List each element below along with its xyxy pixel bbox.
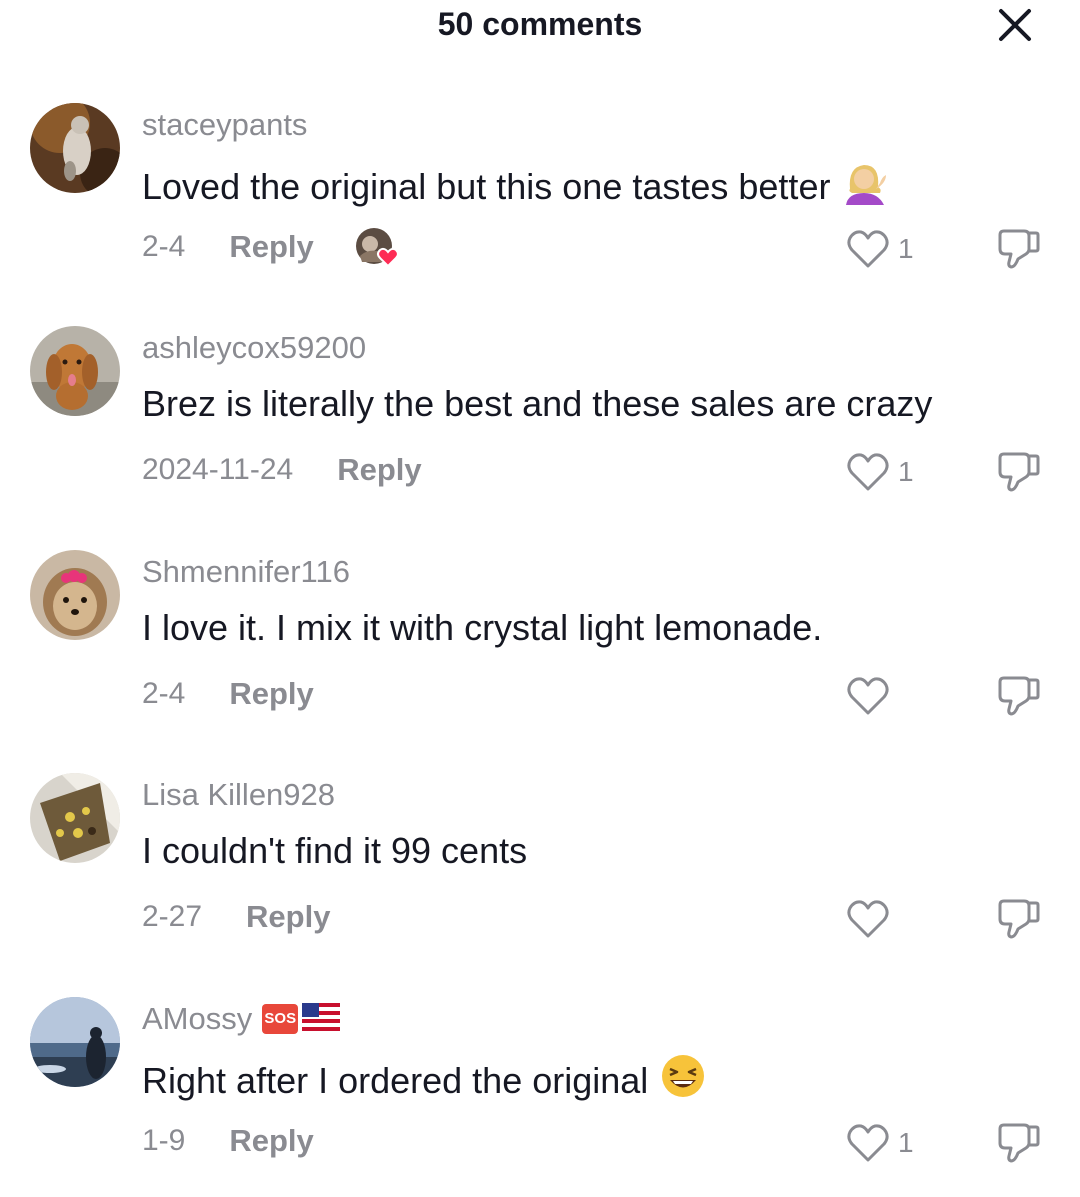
- comment-username[interactable]: ashleycox59200: [142, 330, 366, 366]
- avatar[interactable]: [30, 997, 120, 1087]
- dislike-button[interactable]: [996, 897, 1042, 941]
- comment-text: I love it. I mix it with crystal light l…: [142, 607, 823, 648]
- thumbs-down-icon: [998, 676, 1040, 716]
- comment-username[interactable]: AMossy: [142, 1001, 252, 1037]
- comment-text: I couldn't find it 99 cents: [142, 830, 528, 871]
- comment-text-row: I love it. I mix it with crystal light l…: [142, 606, 822, 650]
- like-button[interactable]: 1: [846, 450, 914, 494]
- dislike-button[interactable]: [996, 450, 1042, 494]
- thumbs-down-icon: [998, 452, 1040, 492]
- comment-meta: 2024-11-24 Reply: [142, 450, 422, 490]
- us-flag-icon: [302, 1002, 341, 1036]
- reply-button[interactable]: Reply: [229, 1123, 313, 1159]
- thumbs-down-icon: [998, 229, 1040, 269]
- like-button[interactable]: 1: [846, 227, 914, 271]
- avatar[interactable]: [30, 103, 120, 193]
- dislike-button[interactable]: [996, 674, 1042, 718]
- dislike-button[interactable]: [996, 1121, 1042, 1165]
- reply-button[interactable]: Reply: [229, 676, 313, 712]
- comments-count-title: 50 comments: [437, 6, 643, 42]
- like-button[interactable]: [846, 897, 898, 941]
- like-button[interactable]: 1: [846, 1121, 914, 1165]
- comment-meta: 2-27 Reply: [142, 897, 330, 937]
- dislike-button[interactable]: [996, 227, 1042, 271]
- comment-date: 1-9: [142, 1124, 186, 1157]
- comment-item: Lisa Killen928 I couldn't find it 99 cen…: [0, 773, 1080, 973]
- comment-text: Brez is literally the best and these sal…: [142, 383, 933, 424]
- thumbs-down-icon: [998, 899, 1040, 939]
- like-count: 1: [898, 1127, 914, 1158]
- comments-header: 50 comments: [0, 0, 1080, 50]
- heart-outline-icon: [847, 230, 889, 268]
- heart-outline-icon: [847, 677, 889, 715]
- creator-liked-badge: [354, 226, 400, 268]
- comment-username[interactable]: Lisa Killen928: [142, 777, 335, 813]
- avatar[interactable]: [30, 550, 120, 640]
- comment-meta: 2-4 Reply: [142, 674, 314, 714]
- comment-text-row: I couldn't find it 99 cents: [142, 829, 527, 873]
- comment-username[interactable]: staceypants: [142, 107, 307, 143]
- comment-item: staceypants Loved the original but this …: [0, 103, 1080, 303]
- thumbs-down-icon: [998, 1123, 1040, 1163]
- sos-badge-icon: SOS: [262, 1004, 299, 1034]
- comment-text: Loved the original but this one tastes b…: [142, 166, 831, 207]
- comment-date: 2024-11-24: [142, 453, 294, 486]
- comment-text-row: Right after I ordered the original: [142, 1053, 706, 1109]
- close-icon[interactable]: [996, 6, 1034, 44]
- heart-outline-icon: [847, 453, 889, 491]
- comment-text-row: Brez is literally the best and these sal…: [142, 382, 932, 426]
- comment-username-row: AMossy SOS: [142, 1001, 341, 1037]
- comment-date: 2-4: [142, 677, 186, 710]
- comment-text: Right after I ordered the original: [142, 1060, 649, 1101]
- comment-item: Shmennifer116 I love it. I mix it with c…: [0, 550, 1080, 750]
- like-button[interactable]: [846, 674, 898, 718]
- comment-meta: 1-9 Reply: [142, 1121, 314, 1161]
- comment-date: 2-27: [142, 900, 203, 933]
- comment-item: AMossy SOS Right after I ordered the ori…: [0, 997, 1080, 1197]
- reply-button[interactable]: Reply: [246, 899, 330, 935]
- heart-outline-icon: [847, 900, 889, 938]
- avatar[interactable]: [30, 326, 120, 416]
- comment-item: ashleycox59200 Brez is literally the bes…: [0, 326, 1080, 526]
- like-count: 1: [898, 233, 914, 264]
- heart-outline-icon: [847, 1124, 889, 1162]
- like-count: 1: [898, 456, 914, 487]
- comment-meta: 2-4 Reply: [142, 226, 400, 268]
- grinning-squinting-face-emoji-icon: [660, 1053, 706, 1109]
- avatar[interactable]: [30, 773, 120, 863]
- comment-text-row: Loved the original but this one tastes b…: [142, 159, 888, 215]
- comment-date: 2-4: [142, 230, 186, 263]
- person-tipping-hand-emoji-icon: [842, 159, 888, 215]
- reply-button[interactable]: Reply: [337, 452, 421, 488]
- comment-username[interactable]: Shmennifer116: [142, 554, 350, 590]
- reply-button[interactable]: Reply: [229, 229, 313, 265]
